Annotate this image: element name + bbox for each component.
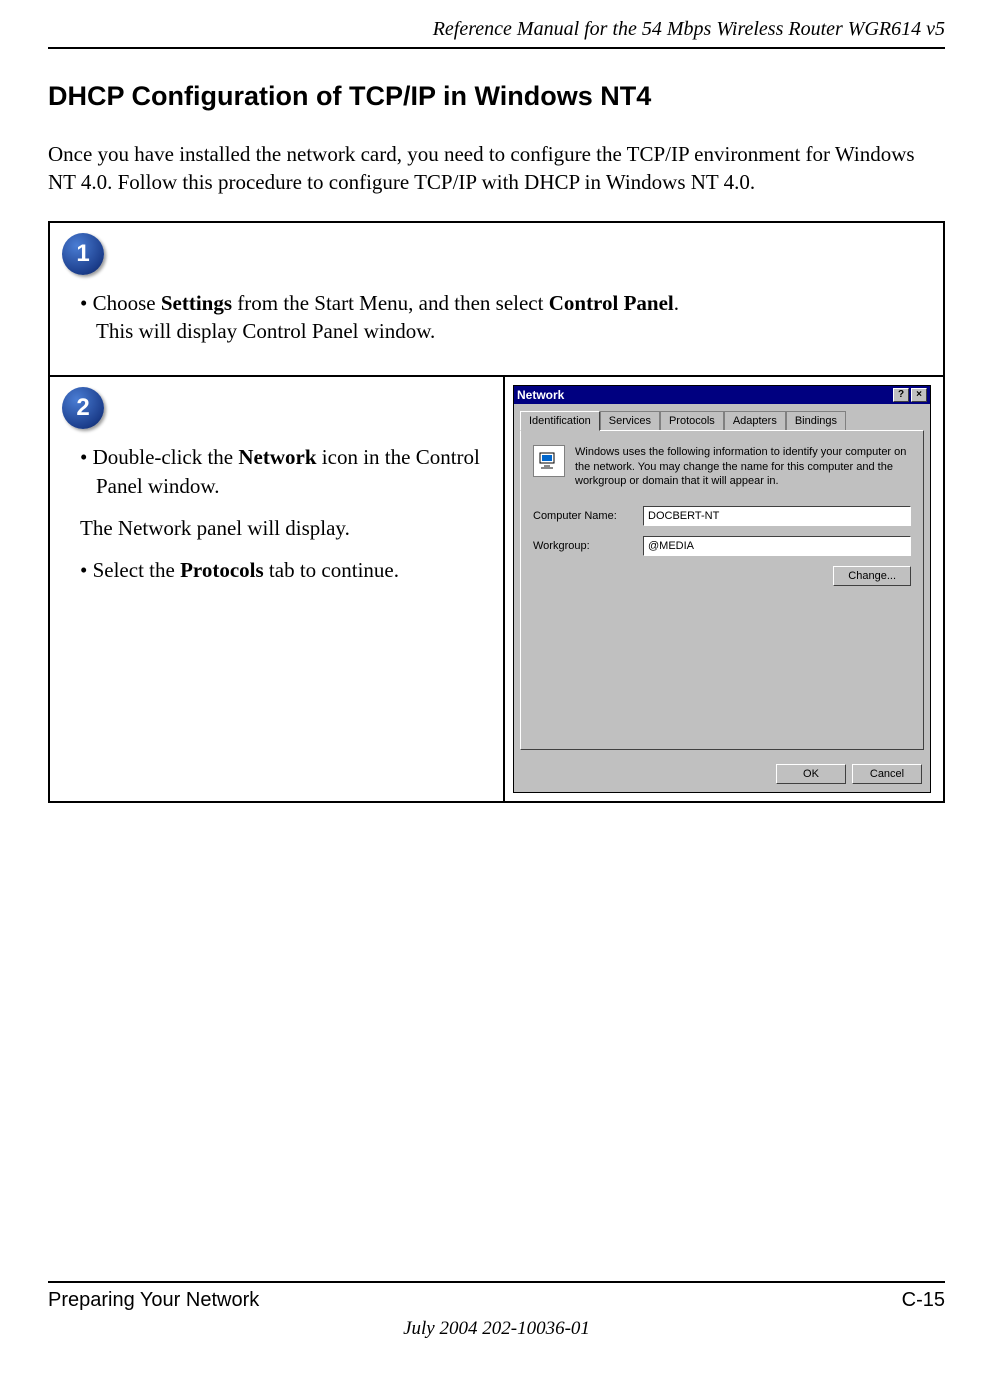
tab-adapters[interactable]: Adapters (724, 411, 786, 431)
step-2-badge: 2 (62, 387, 104, 429)
computer-name-label: Computer Name: (533, 510, 643, 522)
step-2-text: • Double-click the Network icon in the C… (62, 443, 491, 584)
step1-line2: This will display Control Panel window. (96, 319, 435, 343)
step2-p1-pre: • Double-click the (80, 445, 238, 469)
footer-date: July 2004 202-10036-01 (48, 1318, 945, 1340)
intro-paragraph: Once you have installed the network card… (48, 140, 945, 197)
workgroup-label: Workgroup: (533, 540, 643, 552)
section-heading: DHCP Configuration of TCP/IP in Windows … (48, 81, 945, 112)
step1-mid: from the Start Menu, and then select (232, 291, 549, 315)
network-dialog: Network ? × Identification Services Prot… (513, 385, 931, 793)
dialog-title: Network (517, 388, 564, 402)
step-1-cell: 1 • Choose Settings from the Start Menu,… (49, 222, 944, 377)
step2-p1-bold: Network (238, 445, 316, 469)
step-1-text: • Choose Settings from the Start Menu, a… (62, 289, 931, 346)
step-1-badge: 1 (62, 233, 104, 275)
page-footer: Preparing Your Network C-15 July 2004 20… (48, 1281, 945, 1340)
computer-name-input[interactable] (643, 506, 911, 526)
tab-protocols[interactable]: Protocols (660, 411, 724, 431)
help-button[interactable]: ? (893, 388, 909, 402)
tab-identification[interactable]: Identification (520, 411, 600, 431)
computer-icon (533, 445, 565, 477)
change-button[interactable]: Change... (833, 566, 911, 586)
cancel-button[interactable]: Cancel (852, 764, 922, 784)
tab-panel: Windows uses the following information t… (520, 430, 924, 750)
step1-bold1: Settings (161, 291, 232, 315)
step-2-cell: 2 • Double-click the Network icon in the… (49, 376, 504, 802)
tab-bindings[interactable]: Bindings (786, 411, 846, 431)
footer-right: C-15 (902, 1289, 945, 1312)
tab-services[interactable]: Services (600, 411, 660, 431)
footer-left: Preparing Your Network (48, 1289, 259, 1312)
step2-p2: The Network panel will display. (80, 514, 491, 542)
step2-p3-post: tab to continue. (264, 558, 399, 582)
step2-p3-pre: • Select the (80, 558, 180, 582)
dialog-info-text: Windows uses the following information t… (575, 445, 911, 488)
step1-bold2: Control Panel (549, 291, 674, 315)
dialog-titlebar: Network ? × (514, 386, 930, 404)
step1-post: . (674, 291, 679, 315)
dialog-tabs: Identification Services Protocols Adapte… (514, 404, 930, 430)
workgroup-input[interactable] (643, 536, 911, 556)
page-header: Reference Manual for the 54 Mbps Wireles… (48, 0, 945, 49)
steps-table: 1 • Choose Settings from the Start Menu,… (48, 221, 945, 804)
step-2-screenshot-cell: Network ? × Identification Services Prot… (504, 376, 944, 802)
step2-p3-bold: Protocols (180, 558, 264, 582)
close-button[interactable]: × (911, 388, 927, 402)
ok-button[interactable]: OK (776, 764, 846, 784)
step1-pre: • Choose (80, 291, 161, 315)
